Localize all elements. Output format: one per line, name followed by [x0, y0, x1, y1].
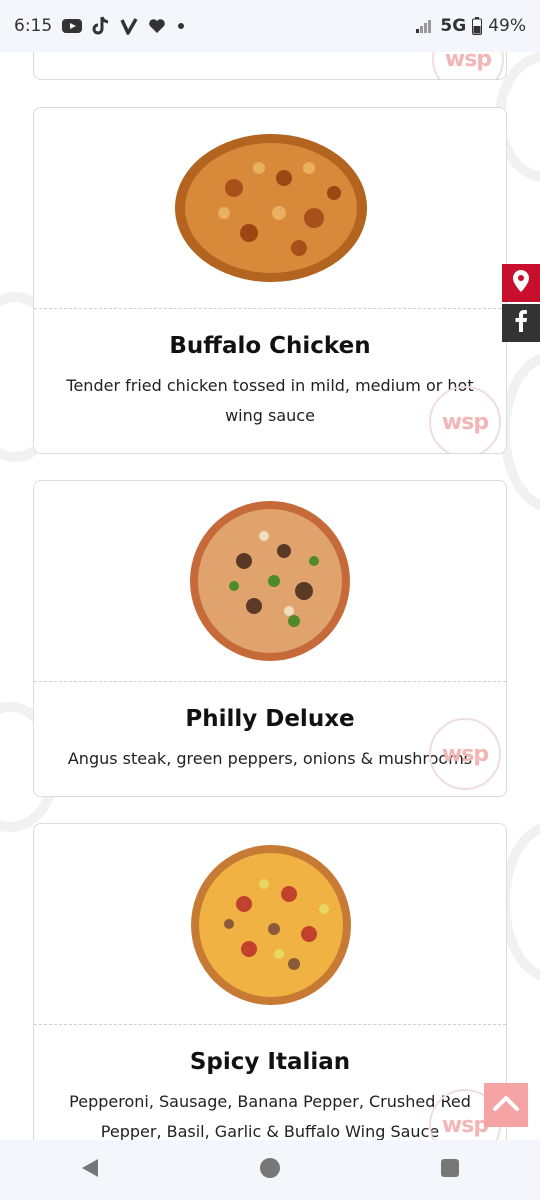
back-icon — [80, 1157, 100, 1184]
menu-card-previous: wsp — [33, 52, 507, 80]
nav-home-button[interactable] — [240, 1140, 300, 1200]
heart-icon — [148, 18, 166, 34]
nav-back-button[interactable] — [60, 1140, 120, 1200]
battery-level: 49% — [488, 16, 526, 36]
menu-page[interactable]: wsp Buffalo Chicken Tender fried chicken… — [0, 52, 540, 1140]
menu-card[interactable]: Buffalo Chicken Tender fried chicken tos… — [33, 107, 507, 454]
tiktok-icon — [92, 16, 110, 36]
status-bar: 6:15 5G 49% — [0, 0, 540, 52]
network-type: 5G — [440, 16, 467, 36]
wsp-stamp-logo: wsp — [432, 52, 504, 79]
pizza-image — [34, 108, 506, 308]
wsp-stamp-logo: wsp — [429, 386, 501, 453]
facebook-icon — [514, 309, 528, 337]
menu-item-title: Spicy Italian — [189, 1049, 351, 1075]
menu-item-title: Philly Deluxe — [185, 706, 355, 732]
dot-icon — [176, 21, 186, 31]
recents-icon — [440, 1158, 460, 1183]
wsp-stamp-logo: wsp — [429, 718, 501, 790]
location-button[interactable] — [502, 264, 540, 302]
pizza-image — [34, 481, 506, 681]
location-pin-icon — [511, 269, 531, 298]
facebook-button[interactable] — [502, 304, 540, 342]
signal-icon — [416, 19, 434, 33]
back-to-top-button[interactable] — [484, 1083, 528, 1127]
battery-icon — [472, 17, 483, 35]
pizza-image — [34, 824, 506, 1024]
menu-item-title: Buffalo Chicken — [169, 333, 371, 359]
youtube-icon — [62, 18, 83, 34]
menu-card[interactable]: Philly Deluxe Angus steak, green peppers… — [33, 480, 507, 797]
nav-recents-button[interactable] — [420, 1140, 480, 1200]
venmo-icon — [120, 17, 138, 35]
home-icon — [259, 1157, 281, 1184]
chevron-up-icon — [492, 1094, 520, 1117]
system-nav-bar — [0, 1140, 540, 1200]
status-time: 6:15 — [14, 16, 53, 36]
menu-card[interactable]: Spicy Italian Pepperoni, Sausage, Banana… — [33, 823, 507, 1140]
